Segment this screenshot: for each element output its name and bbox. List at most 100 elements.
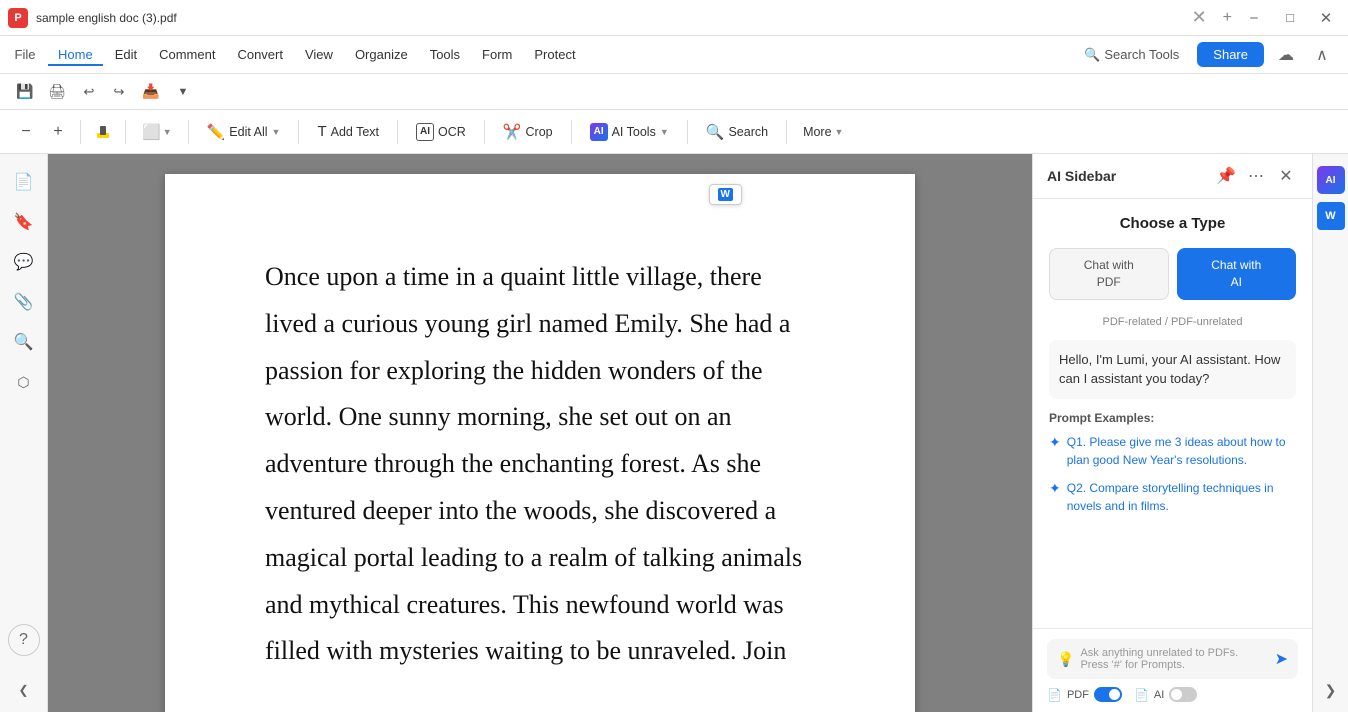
zoom-out-button[interactable]: − — [12, 118, 40, 146]
zoom-in-button[interactable]: + — [44, 118, 72, 146]
menubar: File Home Edit Comment Convert View Orga… — [0, 36, 1348, 74]
rect-select-tool[interactable]: ⬜ ▼ — [134, 118, 180, 146]
undo-icon[interactable]: ↩ — [76, 79, 102, 105]
ai-tools-button[interactable]: AI AI Tools ▼ — [580, 118, 679, 146]
ocr-icon: AI — [416, 123, 434, 141]
search-button[interactable]: 🔍 Search — [696, 118, 778, 146]
window-controls: ⎯ □ ✕ — [1240, 4, 1340, 32]
ai-input-area: 💡 Ask anything unrelated to PDFs. Press … — [1047, 639, 1298, 679]
edit-all-icon: ✏️ — [207, 123, 226, 141]
ai-tools-label: AI Tools — [612, 125, 656, 139]
add-text-icon: T — [317, 123, 326, 140]
ai-tools-dropdown: ▼ — [660, 127, 669, 137]
new-tab-btn[interactable]: + — [1223, 9, 1232, 27]
ai-toggle-switch[interactable] — [1169, 687, 1197, 702]
menu-view[interactable]: View — [295, 43, 343, 66]
separator-4 — [298, 120, 299, 144]
pdf-scroll-area[interactable]: Once upon a time in a quaint little vill… — [48, 154, 1032, 712]
prompt-item-2[interactable]: ✦ Q2. Compare storytelling techniques in… — [1049, 479, 1296, 515]
inbox-icon[interactable]: 📥 — [138, 79, 164, 105]
edit-all-dropdown: ▼ — [272, 127, 281, 137]
pdf-toggle-label: PDF — [1067, 689, 1089, 701]
sidebar-help-icon[interactable]: ? — [8, 624, 40, 656]
redo-icon[interactable]: ↪ — [106, 79, 132, 105]
save-icon[interactable]: 💾 — [12, 79, 38, 105]
sidebar-layers-icon[interactable]: ⬡ — [8, 366, 40, 398]
ai-tools-icon: AI — [590, 123, 608, 141]
word-indicator-icon: W — [718, 188, 733, 201]
pin-icon[interactable]: 📌 — [1214, 164, 1238, 188]
left-sidebar: 📄 🔖 💬 📎 🔍 ⬡ ? ❮ — [0, 154, 48, 712]
sidebar-pages-icon[interactable]: 📄 — [8, 166, 40, 198]
close-tab-btn[interactable]: ✕ — [1192, 7, 1207, 28]
titlebar: P sample english doc (3).pdf ✕ + ⎯ □ ✕ — [0, 0, 1348, 36]
ai-toggle-label: AI — [1154, 689, 1164, 701]
maximize-icon[interactable]: □ — [1276, 4, 1304, 32]
separator-9 — [786, 120, 787, 144]
sidebar-search-icon[interactable]: 🔍 — [8, 326, 40, 358]
chat-with-ai-button[interactable]: Chat with AI — [1177, 248, 1297, 300]
prompt-item-1[interactable]: ✦ Q1. Please give me 3 ideas about how t… — [1049, 433, 1296, 469]
prompt-text-2[interactable]: Q2. Compare storytelling techniques in n… — [1067, 479, 1296, 515]
dropdown-arrow-icon[interactable]: ▼ — [170, 79, 196, 105]
print-icon[interactable]: 🖨 — [44, 79, 70, 105]
add-text-label: Add Text — [331, 125, 379, 139]
more-options-icon[interactable]: ⋯ — [1244, 164, 1268, 188]
menu-home[interactable]: Home — [48, 43, 103, 66]
search-icon: 🔍 — [706, 123, 725, 141]
sidebar-attachments-icon[interactable]: 📎 — [8, 286, 40, 318]
undo-redo-group: ↩ ↪ — [76, 79, 132, 105]
minimize-icon[interactable]: ⎯ — [1240, 4, 1268, 32]
right-strip: AI W ❯ — [1312, 154, 1348, 712]
pdf-related-label: PDF-related / PDF-unrelated — [1049, 316, 1296, 328]
menu-form[interactable]: Form — [472, 43, 522, 66]
menu-organize[interactable]: Organize — [345, 43, 418, 66]
ai-sidebar-content: Choose a Type Chat with PDF Chat with AI… — [1033, 199, 1312, 628]
search-tools-btn[interactable]: 🔍 Search Tools — [1074, 43, 1189, 67]
close-win-icon[interactable]: ✕ — [1312, 4, 1340, 32]
more-label: More — [803, 125, 831, 139]
ai-sidebar-close-icon[interactable]: ✕ — [1274, 164, 1298, 188]
crop-label: Crop — [526, 125, 553, 139]
share-button[interactable]: Share — [1197, 42, 1264, 67]
add-text-button[interactable]: T Add Text — [307, 118, 389, 145]
edit-all-button[interactable]: ✏️ Edit All ▼ — [197, 118, 291, 146]
crop-button[interactable]: ✂️ Crop — [493, 118, 563, 146]
ai-send-button[interactable]: ➤ — [1275, 649, 1288, 669]
menu-comment[interactable]: Comment — [149, 43, 225, 66]
ai-doc-icon: 📄 — [1134, 688, 1149, 702]
menu-edit[interactable]: Edit — [105, 43, 147, 66]
crop-icon: ✂️ — [503, 123, 522, 141]
file-menu[interactable]: File — [12, 42, 38, 68]
collapse-icon[interactable]: ∧ — [1308, 41, 1336, 69]
menu-protect[interactable]: Protect — [524, 43, 585, 66]
separator-7 — [571, 120, 572, 144]
toolbar: − + ⬜ ▼ ✏️ Edit All ▼ T Add Text AI OCR … — [0, 110, 1348, 154]
nav-next-page-strip[interactable]: ❯ — [1317, 676, 1345, 704]
rect-dropdown-icon: ▼ — [163, 127, 172, 137]
chat-with-pdf-button[interactable]: Chat with PDF — [1049, 248, 1169, 300]
separator-6 — [484, 120, 485, 144]
more-button[interactable]: More ▼ — [795, 120, 851, 144]
word-panel-icon[interactable]: W — [1317, 202, 1345, 230]
search-label: Search — [728, 125, 768, 139]
pdf-toggle-switch[interactable] — [1094, 687, 1122, 702]
main-layout: 📄 🔖 💬 📎 🔍 ⬡ ? ❮ Once upon a time in a qu… — [0, 154, 1348, 712]
menu-tools[interactable]: Tools — [420, 43, 470, 66]
sidebar-bookmarks-icon[interactable]: 🔖 — [8, 206, 40, 238]
prompt-text-1[interactable]: Q1. Please give me 3 ideas about how to … — [1067, 433, 1296, 469]
prompt-examples-title: Prompt Examples: — [1049, 411, 1296, 425]
menu-convert[interactable]: Convert — [227, 43, 293, 66]
ai-input-placeholder: Ask anything unrelated to PDFs. Press '#… — [1080, 647, 1268, 671]
lumi-greeting: Hello, I'm Lumi, your AI assistant. How … — [1049, 340, 1296, 399]
cloud-upload-icon[interactable]: ☁ — [1272, 41, 1300, 69]
nav-prev-page[interactable]: ❮ — [10, 676, 38, 704]
separator-5 — [397, 120, 398, 144]
rect-icon: ⬜ — [142, 123, 161, 141]
sidebar-comments-icon[interactable]: 💬 — [8, 246, 40, 278]
search-tools-label: Search Tools — [1104, 47, 1179, 62]
ai-panel-icon[interactable]: AI — [1317, 166, 1345, 194]
highlight-tool-icon[interactable] — [89, 118, 117, 146]
word-indicator: W — [709, 184, 742, 205]
ocr-button[interactable]: AI OCR — [406, 118, 476, 146]
